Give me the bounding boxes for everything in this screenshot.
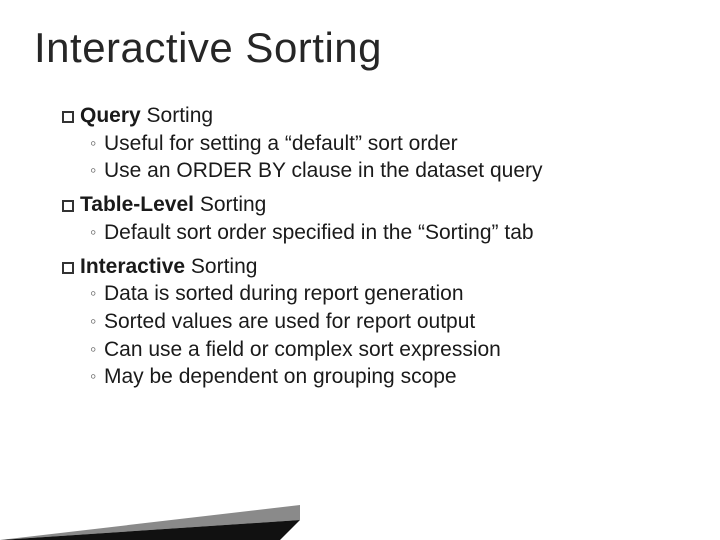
sub-item: ◦Default sort order specified in the “So… xyxy=(90,219,672,247)
sub-text: Useful for setting a “default” sort orde… xyxy=(104,130,672,158)
sub-item: ◦Sorted values are used for report outpu… xyxy=(90,308,672,336)
sub-text: Data is sorted during report generation xyxy=(104,280,672,308)
sub-list: ◦Default sort order specified in the “So… xyxy=(90,219,672,247)
topic-rest: Sorting xyxy=(194,193,266,216)
topic-rest: Sorting xyxy=(141,104,213,127)
ring-bullet-icon: ◦ xyxy=(90,157,104,183)
sub-item: ◦Use an ORDER BY clause in the dataset q… xyxy=(90,157,672,185)
ring-bullet-icon: ◦ xyxy=(90,219,104,245)
sub-list: ◦Data is sorted during report generation… xyxy=(90,280,672,391)
ring-bullet-icon: ◦ xyxy=(90,280,104,306)
corner-wedge-icon xyxy=(0,430,300,540)
slide-body: Query Sorting ◦Useful for setting a “def… xyxy=(62,102,672,391)
square-bullet-icon xyxy=(62,262,74,274)
square-bullet-icon xyxy=(62,111,74,123)
topic-lead: Interactive xyxy=(80,255,185,278)
sub-text: May be dependent on grouping scope xyxy=(104,363,672,391)
sub-item: ◦May be dependent on grouping scope xyxy=(90,363,672,391)
sub-text: Can use a field or complex sort expressi… xyxy=(104,336,672,364)
sub-list: ◦Useful for setting a “default” sort ord… xyxy=(90,130,672,185)
topic-rest: Sorting xyxy=(185,255,257,278)
sub-item: ◦Data is sorted during report generation xyxy=(90,280,672,308)
topic-head: Query Sorting xyxy=(62,102,672,130)
topic-lead: Query xyxy=(80,104,141,127)
sub-text: Default sort order specified in the “Sor… xyxy=(104,219,672,247)
ring-bullet-icon: ◦ xyxy=(90,363,104,389)
slide: Interactive Sorting Query Sorting ◦Usefu… xyxy=(0,0,720,540)
ring-bullet-icon: ◦ xyxy=(90,336,104,362)
ring-bullet-icon: ◦ xyxy=(90,308,104,334)
topic-query: Query Sorting ◦Useful for setting a “def… xyxy=(62,102,672,185)
ring-bullet-icon: ◦ xyxy=(90,130,104,156)
topic-table-level: Table-Level Sorting ◦Default sort order … xyxy=(62,191,672,246)
sub-text: Sorted values are used for report output xyxy=(104,308,672,336)
slide-title: Interactive Sorting xyxy=(34,24,382,72)
square-bullet-icon xyxy=(62,200,74,212)
sub-item: ◦Can use a field or complex sort express… xyxy=(90,336,672,364)
topic-interactive: Interactive Sorting ◦Data is sorted duri… xyxy=(62,253,672,392)
topic-head: Table-Level Sorting xyxy=(62,191,672,219)
sub-item: ◦Useful for setting a “default” sort ord… xyxy=(90,130,672,158)
topic-lead: Table-Level xyxy=(80,193,194,216)
sub-text: Use an ORDER BY clause in the dataset qu… xyxy=(104,157,672,185)
topic-head: Interactive Sorting xyxy=(62,253,672,281)
